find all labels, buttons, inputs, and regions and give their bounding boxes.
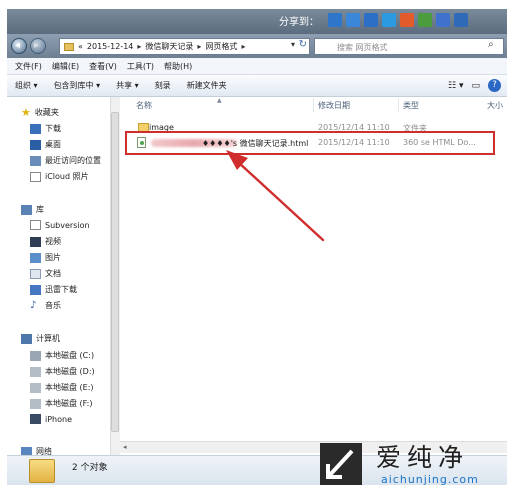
scroll-left-icon[interactable]: ◂ [123,443,127,451]
item-count: 2 个对象 [72,463,108,473]
annotation-arrow [226,150,325,242]
explorer-window: 分享到： ◂ ▸ « 2015-12-14 ▸ 微信聊天记录 ▸ 网页格式 ▸ … [0,0,513,493]
folder-icon [29,459,55,483]
watermark-url: aichunjing.com [381,473,479,486]
watermark-title: 爱纯净 [376,443,470,472]
